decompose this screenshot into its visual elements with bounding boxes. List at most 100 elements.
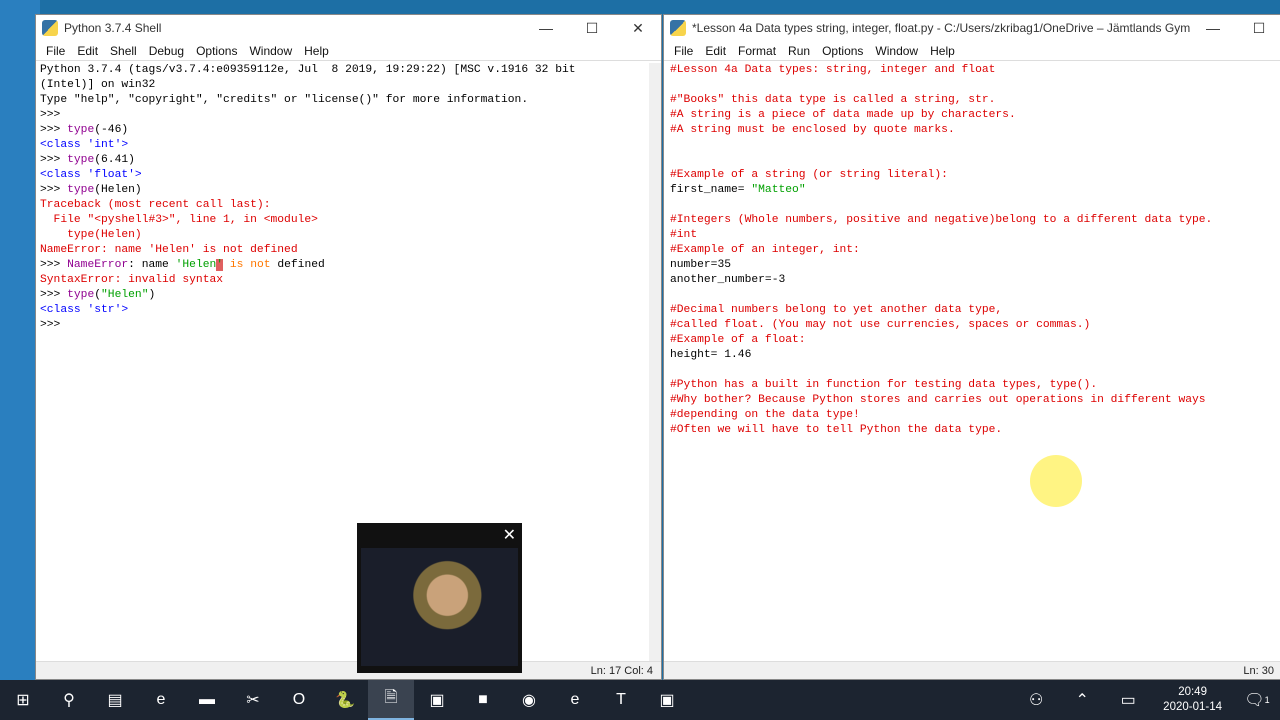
task-view-icon[interactable]: ▤ <box>92 680 138 720</box>
video-recorder-icon[interactable]: ▣ <box>414 680 460 720</box>
menu-file[interactable]: File <box>668 44 699 58</box>
clock[interactable]: 20:49 2020-01-14 <box>1151 685 1234 715</box>
menu-format[interactable]: Format <box>732 44 782 58</box>
code-token: type <box>67 184 95 196</box>
edge-icon[interactable]: e <box>138 680 184 720</box>
code-token: >>> <box>40 109 68 121</box>
code-line: (Intel)] on win32 <box>40 78 576 93</box>
minimize-button[interactable]: — <box>1190 20 1236 36</box>
editor-titlebar: *Lesson 4a Data types string, integer, f… <box>664 15 1280 41</box>
maximize-button[interactable]: ☐ <box>569 20 615 37</box>
scrollbar[interactable] <box>649 63 661 661</box>
menu-window[interactable]: Window <box>243 44 298 58</box>
code-token: <class 'float'> <box>40 169 142 181</box>
code-line: #Often we will have to tell Python the d… <box>670 423 1212 438</box>
menu-file[interactable]: File <box>40 44 71 58</box>
code-line: <class 'str'> <box>40 303 576 318</box>
menu-edit[interactable]: Edit <box>699 44 732 58</box>
menu-help[interactable]: Help <box>298 44 335 58</box>
taskbar: ⊞ ⚲ ▤ e ▬ ✂ O 🐍 🗎 ▣ ■ ◉ e T ▣ ⚇ ⌃ ▭ 20:49 2020-01-14 🗨… <box>0 680 1280 720</box>
code-token: "Helen" <box>101 289 149 301</box>
chrome-icon[interactable]: ◉ <box>506 680 552 720</box>
python-idle-icon[interactable]: 🐍 <box>322 680 368 720</box>
code-token: >>> <box>40 259 68 271</box>
close-button[interactable]: ✕ <box>615 20 661 37</box>
code-line: #depending on the data type! <box>670 408 1212 423</box>
code-token: (Intel)] on win32 <box>40 79 156 91</box>
code-line: first_name= "Matteo" <box>670 183 1212 198</box>
code-line: #"Books" this data type is called a stri… <box>670 93 1212 108</box>
code-token: #A string is a piece of data made up by … <box>670 109 1016 121</box>
notification-icon[interactable]: 🗨 1 <box>1234 680 1280 720</box>
code-line: >>> type(-46) <box>40 123 576 138</box>
editor-menubar: File Edit Format Run Options Window Help <box>664 41 1280 61</box>
teams-icon[interactable]: T <box>598 680 644 720</box>
code-line: #A string is a piece of data made up by … <box>670 108 1212 123</box>
code-line: #called float. (You may not use currenci… <box>670 318 1212 333</box>
code-token: type <box>67 154 95 166</box>
cursor-position: Ln: 17 Col: 4 <box>590 664 653 677</box>
search-icon[interactable]: ⚲ <box>46 680 92 720</box>
code-token: type <box>67 124 95 136</box>
code-line: another_number=-3 <box>670 273 1212 288</box>
video-editor-icon[interactable]: ▣ <box>644 680 690 720</box>
menu-run[interactable]: Run <box>782 44 816 58</box>
snipping-tool-icon[interactable]: ✂ <box>230 680 276 720</box>
code-token: >>> <box>40 184 68 196</box>
internet-explorer-icon[interactable]: e <box>552 680 598 720</box>
outlook-icon[interactable]: O <box>276 680 322 720</box>
code-line: >>> <box>40 108 576 123</box>
system-tray: ⚇ ⌃ ▭ 20:49 2020-01-14 🗨 1 <box>1013 680 1280 720</box>
notification-count: 1 <box>1264 695 1270 705</box>
sticky-notes-icon[interactable]: ■ <box>460 680 506 720</box>
menu-edit[interactable]: Edit <box>71 44 104 58</box>
maximize-button[interactable]: ☐ <box>1236 20 1280 37</box>
menu-debug[interactable]: Debug <box>143 44 190 58</box>
close-icon[interactable]: ✕ <box>503 525 516 545</box>
windows-start-icon[interactable]: ⊞ <box>0 680 46 720</box>
menu-options[interactable]: Options <box>190 44 243 58</box>
people-icon[interactable]: ⚇ <box>1013 680 1059 720</box>
code-token: Traceback (most recent call last): <box>40 199 271 211</box>
menu-help[interactable]: Help <box>924 44 961 58</box>
code-token: height= 1.46 <box>670 349 752 361</box>
code-token: #"Books" this data type is called a stri… <box>670 94 996 106</box>
code-token: #Python has a built in function for test… <box>670 379 1098 391</box>
webcam-video <box>361 548 518 666</box>
menu-options[interactable]: Options <box>816 44 869 58</box>
code-token: #Integers (Whole numbers, positive and n… <box>670 214 1213 226</box>
desktop-strip <box>0 0 40 680</box>
python-file-icon[interactable]: 🗎 <box>368 680 414 720</box>
shell-output[interactable]: Python 3.7.4 (tags/v3.7.4:e09359112e, Ju… <box>40 63 576 333</box>
minimize-button[interactable]: — <box>523 20 569 36</box>
file-explorer-icon[interactable]: ▬ <box>184 680 230 720</box>
menu-shell[interactable]: Shell <box>104 44 143 58</box>
code-line: <class 'float'> <box>40 168 576 183</box>
python-file-icon <box>670 20 686 36</box>
code-token: number=35 <box>670 259 732 271</box>
shell-titlebar: Python 3.7.4 Shell — ☐ ✕ <box>36 15 661 41</box>
code-line: <class 'int'> <box>40 138 576 153</box>
code-line: number=35 <box>670 258 1212 273</box>
code-line: #int <box>670 228 1212 243</box>
code-token: (Helen) <box>94 184 142 196</box>
code-token: : name <box>128 259 176 271</box>
code-token: #Why bother? Because Python stores and c… <box>670 394 1206 406</box>
code-token: #A string must be enclosed by quote mark… <box>670 124 955 136</box>
code-token: type <box>67 289 95 301</box>
python-icon <box>42 20 58 36</box>
date: 2020-01-14 <box>1163 701 1222 713</box>
menu-window[interactable]: Window <box>869 44 924 58</box>
chevron-up-icon[interactable]: ⌃ <box>1059 680 1105 720</box>
code-line: >>> NameError: name 'Helen' is not defin… <box>40 258 576 273</box>
code-token: #depending on the data type! <box>670 409 860 421</box>
code-token: #int <box>670 229 698 241</box>
editor-code[interactable]: #Lesson 4a Data types: string, integer a… <box>670 63 1212 438</box>
battery-icon[interactable]: ▭ <box>1105 680 1151 720</box>
status-bar: Ln: 30 <box>664 661 1280 679</box>
mouse-highlight <box>1030 455 1082 507</box>
